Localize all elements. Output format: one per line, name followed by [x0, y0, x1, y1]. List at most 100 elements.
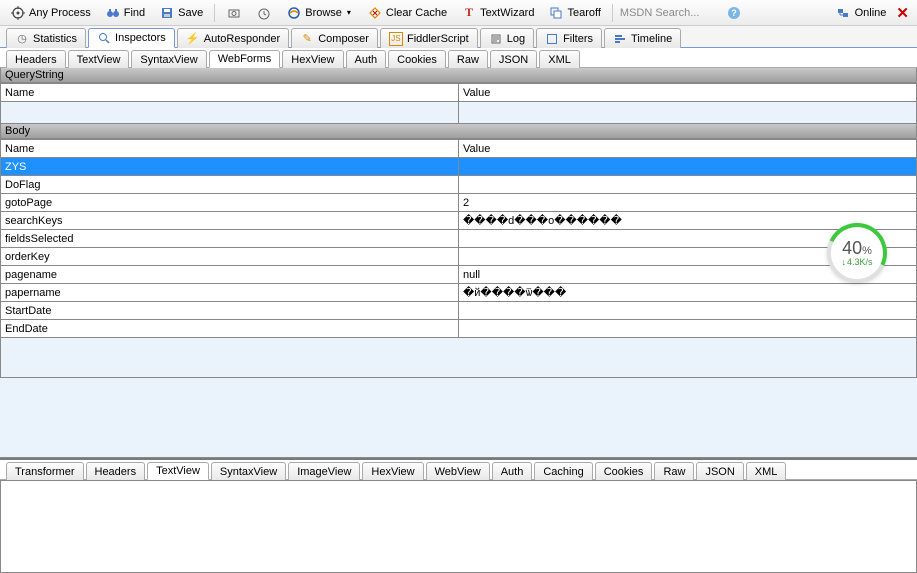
tab-label: SyntaxView: [220, 466, 277, 478]
clear-cache-label: Clear Cache: [386, 7, 447, 19]
cell-name[interactable]: orderKey: [1, 248, 459, 266]
browse-button[interactable]: Browse ▾: [280, 2, 359, 24]
cell-name[interactable]: EndDate: [1, 320, 459, 338]
help-button[interactable]: ?: [720, 2, 748, 24]
querystring-grid[interactable]: Name Value: [0, 83, 917, 124]
cell-name[interactable]: fieldsSelected: [1, 230, 459, 248]
script-icon: JS: [389, 32, 403, 46]
close-button[interactable]: ✕: [896, 4, 909, 22]
clear-cache-button[interactable]: Clear Cache: [361, 2, 453, 24]
cell-value[interactable]: 2: [459, 194, 917, 212]
tab-req-headers[interactable]: Headers: [6, 50, 66, 68]
cell-value[interactable]: [459, 230, 917, 248]
table-row[interactable]: DoFlag: [1, 176, 917, 194]
tab-res-webview[interactable]: WebView: [426, 462, 490, 480]
body-header: Body: [0, 124, 917, 139]
cell-value[interactable]: [459, 176, 917, 194]
tearoff-label: Tearoff: [567, 7, 600, 19]
cell-value[interactable]: null: [459, 266, 917, 284]
cell-name[interactable]: pagename: [1, 266, 459, 284]
tearoff-button[interactable]: Tearoff: [542, 2, 606, 24]
cell-name[interactable]: DoFlag: [1, 176, 459, 194]
tab-req-raw[interactable]: Raw: [448, 50, 488, 68]
table-row[interactable]: fieldsSelected: [1, 230, 917, 248]
table-row[interactable]: orderKey: [1, 248, 917, 266]
tab-label: JSON: [705, 466, 734, 478]
tab-req-hexview[interactable]: HexView: [282, 50, 343, 68]
tab-res-auth[interactable]: Auth: [492, 462, 533, 480]
col-value[interactable]: Value: [459, 84, 917, 102]
cell-value[interactable]: ����d���o������: [459, 212, 917, 230]
tab-res-cookies[interactable]: Cookies: [595, 462, 653, 480]
tab-req-auth[interactable]: Auth: [346, 50, 387, 68]
response-area: Transformer Headers TextView SyntaxView …: [0, 458, 917, 573]
cell-value[interactable]: [459, 302, 917, 320]
help-icon: ?: [726, 5, 742, 21]
tab-res-raw[interactable]: Raw: [654, 462, 694, 480]
cell-name[interactable]: searchKeys: [1, 212, 459, 230]
cell-value[interactable]: [459, 248, 917, 266]
any-process-button[interactable]: Any Process: [4, 2, 97, 24]
tab-res-textview[interactable]: TextView: [147, 462, 209, 480]
tab-req-textview[interactable]: TextView: [68, 50, 130, 68]
cell-name[interactable]: ZYS: [1, 158, 459, 176]
tab-res-json[interactable]: JSON: [696, 462, 743, 480]
tab-req-cookies[interactable]: Cookies: [388, 50, 446, 68]
browse-label: Browse: [305, 7, 342, 19]
find-label: Find: [124, 7, 145, 19]
cell-name[interactable]: papername: [1, 284, 459, 302]
tab-res-caching[interactable]: Caching: [534, 462, 592, 480]
cell-name[interactable]: gotoPage: [1, 194, 459, 212]
tab-statistics[interactable]: ◷ Statistics: [6, 28, 86, 48]
tab-inspectors[interactable]: Inspectors: [88, 28, 175, 48]
querystring-header: QueryString: [0, 68, 917, 83]
tab-res-xml[interactable]: XML: [746, 462, 787, 480]
tab-autoresponder[interactable]: ⚡ AutoResponder: [177, 28, 289, 48]
tab-res-syntaxview[interactable]: SyntaxView: [211, 462, 286, 480]
table-row[interactable]: gotoPage2: [1, 194, 917, 212]
tab-res-transformer[interactable]: Transformer: [6, 462, 84, 480]
find-button[interactable]: Find: [99, 2, 151, 24]
cell-value[interactable]: [459, 158, 917, 176]
cell-value[interactable]: �й����ѿ���: [459, 284, 917, 302]
text-wizard-button[interactable]: T TextWizard: [455, 2, 540, 24]
tab-res-imageview[interactable]: ImageView: [288, 462, 360, 480]
table-row[interactable]: StartDate: [1, 302, 917, 320]
table-row[interactable]: pagenamenull: [1, 266, 917, 284]
tab-filters[interactable]: Filters: [536, 28, 602, 48]
tab-composer[interactable]: ✎ Composer: [291, 28, 378, 48]
cell-name[interactable]: StartDate: [1, 302, 459, 320]
tab-log[interactable]: Log: [480, 28, 534, 48]
tab-req-syntaxview[interactable]: SyntaxView: [131, 50, 206, 68]
table-row[interactable]: [1, 102, 917, 124]
magnifier-icon: [97, 31, 111, 45]
screenshot-button[interactable]: [220, 2, 248, 24]
svg-text:?: ?: [731, 8, 737, 18]
col-name[interactable]: Name: [1, 84, 459, 102]
table-row[interactable]: EndDate: [1, 320, 917, 338]
online-status[interactable]: Online: [835, 5, 887, 21]
save-button[interactable]: Save: [153, 2, 209, 24]
text-wizard-label: TextWizard: [480, 7, 534, 19]
tab-req-xml[interactable]: XML: [539, 50, 580, 68]
tab-req-webforms[interactable]: WebForms: [209, 50, 281, 68]
tearoff-icon: [548, 5, 564, 21]
table-row[interactable]: searchKeys����d���o������: [1, 212, 917, 230]
body-grid-padding[interactable]: [0, 338, 917, 378]
tab-fiddlerscript[interactable]: JS FiddlerScript: [380, 28, 478, 48]
log-icon: [489, 32, 503, 46]
table-row[interactable]: papername�й����ѿ���: [1, 284, 917, 302]
table-row[interactable]: ZYS: [1, 158, 917, 176]
col-name[interactable]: Name: [1, 140, 459, 158]
tab-req-json[interactable]: JSON: [490, 50, 537, 68]
tab-res-hexview[interactable]: HexView: [362, 462, 423, 480]
cell-value[interactable]: [459, 320, 917, 338]
tab-label: Headers: [15, 54, 57, 66]
timer-button[interactable]: [250, 2, 278, 24]
tab-timeline[interactable]: Timeline: [604, 28, 681, 48]
tab-res-headers[interactable]: Headers: [86, 462, 146, 480]
body-grid[interactable]: Name Value ZYSDoFlaggotoPage2searchKeys�…: [0, 139, 917, 338]
col-value[interactable]: Value: [459, 140, 917, 158]
response-textview[interactable]: [0, 480, 917, 573]
msdn-search-input[interactable]: MSDN Search...: [618, 7, 718, 19]
